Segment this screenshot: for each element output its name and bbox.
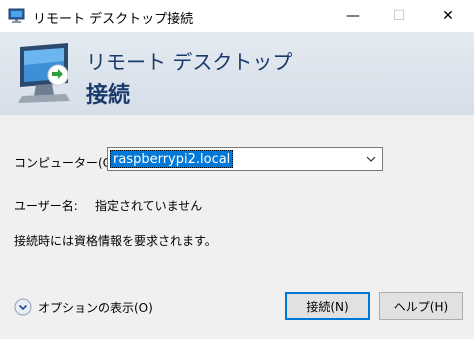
banner-title-line1: リモート デスクトップ [86, 50, 293, 74]
help-button[interactable]: ヘルプ(H) [379, 292, 463, 320]
window-title: リモート デスクトップ接続 [33, 12, 194, 27]
minimize-button[interactable]: — [330, 0, 376, 32]
title-bar: リモート デスクトップ接続 — ☐ ✕ [0, 0, 474, 32]
expand-circle-icon[interactable] [14, 298, 32, 316]
help-button-label: ヘルプ(H) [393, 299, 449, 314]
remote-desktop-monitor-icon [18, 43, 70, 103]
show-options-label[interactable]: オプションの表示(O) [38, 299, 153, 316]
header-banner: リモート デスクトップ 接続 [0, 32, 474, 115]
username-value: 指定されていません [95, 199, 203, 213]
banner-title-line2: 接続 [86, 83, 131, 108]
connect-button-label: 接続(N) [306, 299, 349, 314]
connect-button[interactable]: 接続(N) [285, 292, 370, 320]
credentials-info-text: 接続時には資格情報を要求されます。 [14, 234, 217, 248]
computer-combobox[interactable]: raspberrypi2.local [107, 147, 383, 171]
show-options-toggle[interactable]: オプションの表示(O) [14, 298, 153, 316]
remote-desktop-window: リモート デスクトップ接続 — ☐ ✕ リモート デスクトップ 接続 コンピュー… [0, 0, 474, 339]
maximize-icon: ☐ [392, 8, 406, 24]
username-label: ユーザー名: [14, 199, 78, 213]
computer-label: コンピューター(C): [14, 156, 120, 170]
computer-input[interactable]: raspberrypi2.local [110, 150, 234, 168]
remote-desktop-app-icon [8, 8, 25, 23]
maximize-button[interactable]: ☐ [376, 0, 422, 32]
close-button[interactable]: ✕ [422, 0, 474, 32]
chevron-down-icon[interactable] [363, 151, 379, 167]
minimize-icon: — [346, 8, 360, 24]
close-icon: ✕ [442, 8, 454, 24]
